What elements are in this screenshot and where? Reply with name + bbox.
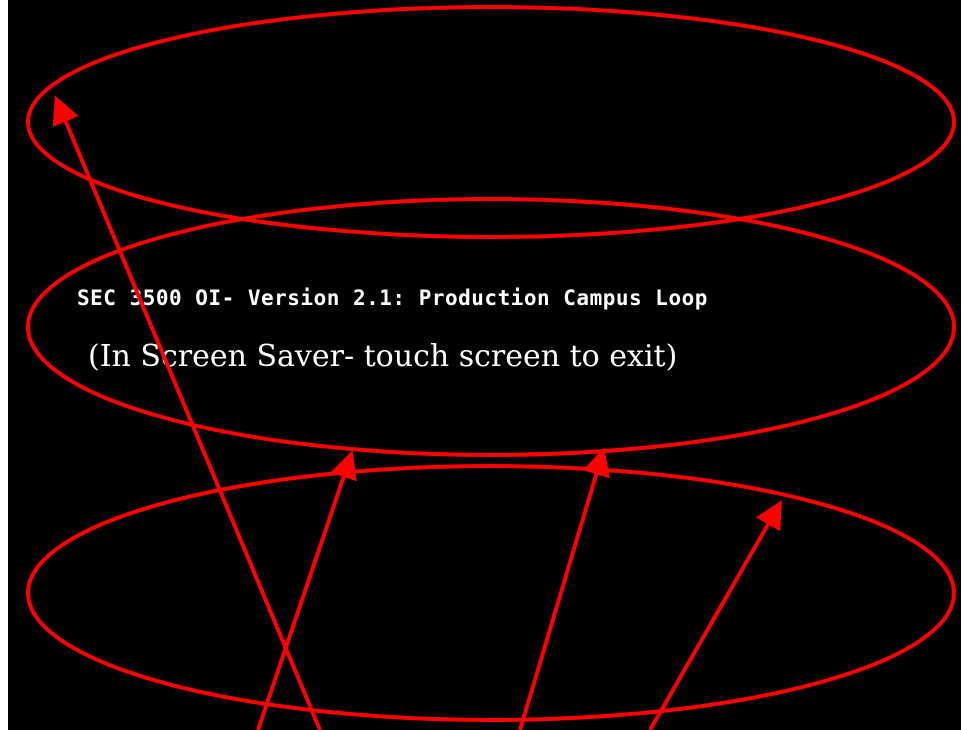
screensaver-hint: (In Screen Saver- touch screen to exit) — [88, 339, 678, 374]
screensaver-screen[interactable]: SEC 3500 OI- Version 2.1: Production Cam… — [8, 0, 961, 730]
app-title: SEC 3500 OI- Version 2.1: Production Cam… — [77, 286, 708, 310]
